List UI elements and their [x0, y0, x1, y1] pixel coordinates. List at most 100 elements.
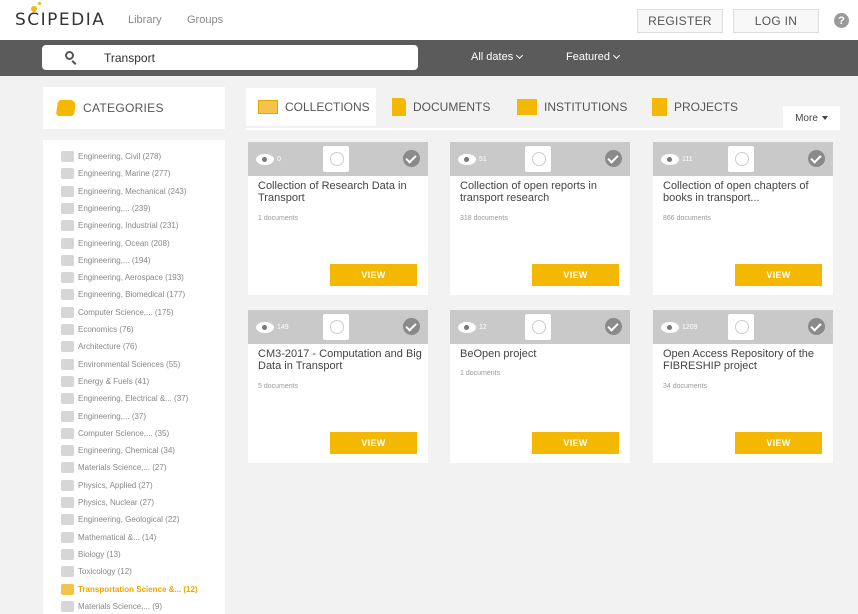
card-title[interactable]: Collection of open chapters of books in …: [663, 180, 828, 204]
category-icon: [61, 220, 74, 232]
card-title[interactable]: Collection of open reports in transport …: [460, 180, 625, 204]
category-item[interactable]: Engineering, Marine (277): [61, 165, 171, 182]
more-dropdown[interactable]: More: [783, 106, 840, 130]
view-button[interactable]: VIEW: [330, 264, 417, 286]
category-item[interactable]: Engineering, Ocean (208): [61, 235, 170, 252]
check-icon[interactable]: [808, 318, 825, 335]
category-item[interactable]: Engineering,... (37): [61, 408, 146, 425]
eye-icon: [661, 321, 679, 333]
category-icon: [61, 427, 74, 439]
scipedia-logo[interactable]: SCIPEDIA: [15, 2, 105, 30]
category-icon: [61, 237, 74, 249]
eye-icon: [661, 153, 679, 165]
chevron-down-icon: [612, 51, 621, 60]
category-item[interactable]: Materials Science,... (27): [61, 459, 166, 476]
category-item[interactable]: Engineering, Biomedical (177): [61, 286, 185, 303]
view-count: 12: [458, 319, 487, 335]
check-icon[interactable]: [808, 150, 825, 167]
register-button[interactable]: REGISTER: [637, 9, 723, 33]
view-count-value: 0: [277, 155, 281, 163]
collection-thumbnail-icon: [323, 146, 349, 172]
search-icon[interactable]: [65, 51, 74, 60]
category-item[interactable]: Engineering, Industrial (231): [61, 217, 179, 234]
search-input[interactable]: [104, 49, 404, 66]
card-header: 0: [248, 142, 428, 176]
check-icon[interactable]: [605, 150, 622, 167]
category-icon: [61, 600, 74, 612]
category-item[interactable]: Engineering, Electrical &... (37): [61, 390, 188, 407]
check-icon[interactable]: [403, 150, 420, 167]
category-label: Biology (13): [78, 549, 121, 559]
nav-library[interactable]: Library: [128, 14, 162, 26]
category-item[interactable]: Economics (76): [61, 321, 134, 338]
filter-featured[interactable]: Featured: [566, 51, 621, 63]
category-item[interactable]: Mathematical &... (14): [61, 529, 156, 546]
category-label: Engineering, Mechanical (243): [78, 186, 187, 196]
category-label: Computer Science,... (175): [78, 307, 174, 317]
view-button[interactable]: VIEW: [532, 432, 619, 454]
category-icon: [61, 306, 74, 318]
category-label: Materials Science,... (9): [78, 601, 163, 611]
tab-collections[interactable]: COLLECTIONS: [246, 88, 376, 126]
categories-header: CATEGORIES: [43, 87, 225, 129]
category-item[interactable]: Physics, Nuclear (27): [61, 494, 154, 511]
tab-projects-label: PROJECTS: [674, 100, 739, 114]
check-icon[interactable]: [605, 318, 622, 335]
tab-projects[interactable]: PROJECTS: [652, 88, 738, 126]
tab-collections-label: COLLECTIONS: [285, 100, 370, 114]
category-item[interactable]: Transportation Science &... (12): [61, 581, 198, 598]
search-box[interactable]: [42, 45, 418, 70]
institution-icon: [517, 99, 537, 115]
card-title[interactable]: BeOpen project: [460, 348, 625, 360]
category-item[interactable]: Computer Science,... (175): [61, 304, 174, 321]
category-item[interactable]: Architecture (76): [61, 338, 137, 355]
check-icon[interactable]: [403, 318, 420, 335]
category-icon: [61, 185, 74, 197]
view-count-value: 51: [479, 155, 487, 163]
collection-thumbnail-icon: [728, 314, 754, 340]
filter-dates[interactable]: All dates: [471, 51, 524, 63]
categories-folder-icon: [55, 100, 77, 116]
view-count-value: 111: [682, 155, 693, 163]
category-label: Computer Science,... (35): [78, 428, 170, 438]
category-item[interactable]: Computer Science,... (35): [61, 425, 169, 442]
category-item[interactable]: Engineering, Aerospace (193): [61, 269, 184, 286]
category-item[interactable]: Environmental Sciences (55): [61, 356, 180, 373]
collection-card: 149 CM3-2017 - Computation and Big Data i…: [248, 310, 428, 463]
category-item[interactable]: Materials Science,... (9): [61, 598, 162, 614]
category-label: Engineering, Chemical (34): [78, 446, 175, 456]
category-item[interactable]: Engineering, Mechanical (243): [61, 183, 187, 200]
tab-documents[interactable]: DOCUMENTS: [392, 88, 490, 126]
category-item[interactable]: Toxicology (12): [61, 563, 132, 580]
category-item[interactable]: Engineering,... (194): [61, 252, 151, 269]
card-title[interactable]: Open Access Repository of the FIBRESHIP …: [663, 348, 828, 372]
category-item[interactable]: Engineering,... (239): [61, 200, 151, 217]
category-item[interactable]: Engineering, Chemical (34): [61, 442, 175, 459]
eye-icon: [458, 321, 476, 333]
category-item[interactable]: Engineering, Civil (278): [61, 148, 161, 165]
category-icon: [61, 341, 74, 353]
category-item[interactable]: Energy & Fuels (41): [61, 373, 149, 390]
document-count: 5 documents: [258, 383, 299, 390]
view-button[interactable]: VIEW: [532, 264, 619, 286]
tab-underline: [246, 128, 840, 130]
view-button[interactable]: VIEW: [735, 432, 822, 454]
view-button[interactable]: VIEW: [330, 432, 417, 454]
category-icon: [61, 358, 74, 370]
category-item[interactable]: Engineering, Geological (22): [61, 511, 179, 528]
view-button[interactable]: VIEW: [735, 264, 822, 286]
login-button[interactable]: LOG IN: [733, 9, 819, 33]
help-icon[interactable]: ?: [834, 13, 849, 28]
nav-groups[interactable]: Groups: [187, 14, 223, 26]
category-icon: [61, 479, 74, 491]
tab-institutions[interactable]: INSTITUTIONS: [517, 88, 627, 126]
eye-icon: [256, 153, 274, 165]
category-item[interactable]: Biology (13): [61, 546, 121, 563]
chevron-down-icon: [516, 51, 524, 60]
category-item[interactable]: Physics, Applied (27): [61, 477, 153, 494]
card-title[interactable]: Collection of Research Data in Transport: [258, 180, 423, 204]
card-title[interactable]: CM3-2017 - Computation and Big Data in T…: [258, 348, 423, 372]
logo-dot: [31, 6, 37, 12]
document-count: 1 documents: [258, 215, 299, 222]
categories-title: CATEGORIES: [83, 101, 164, 115]
